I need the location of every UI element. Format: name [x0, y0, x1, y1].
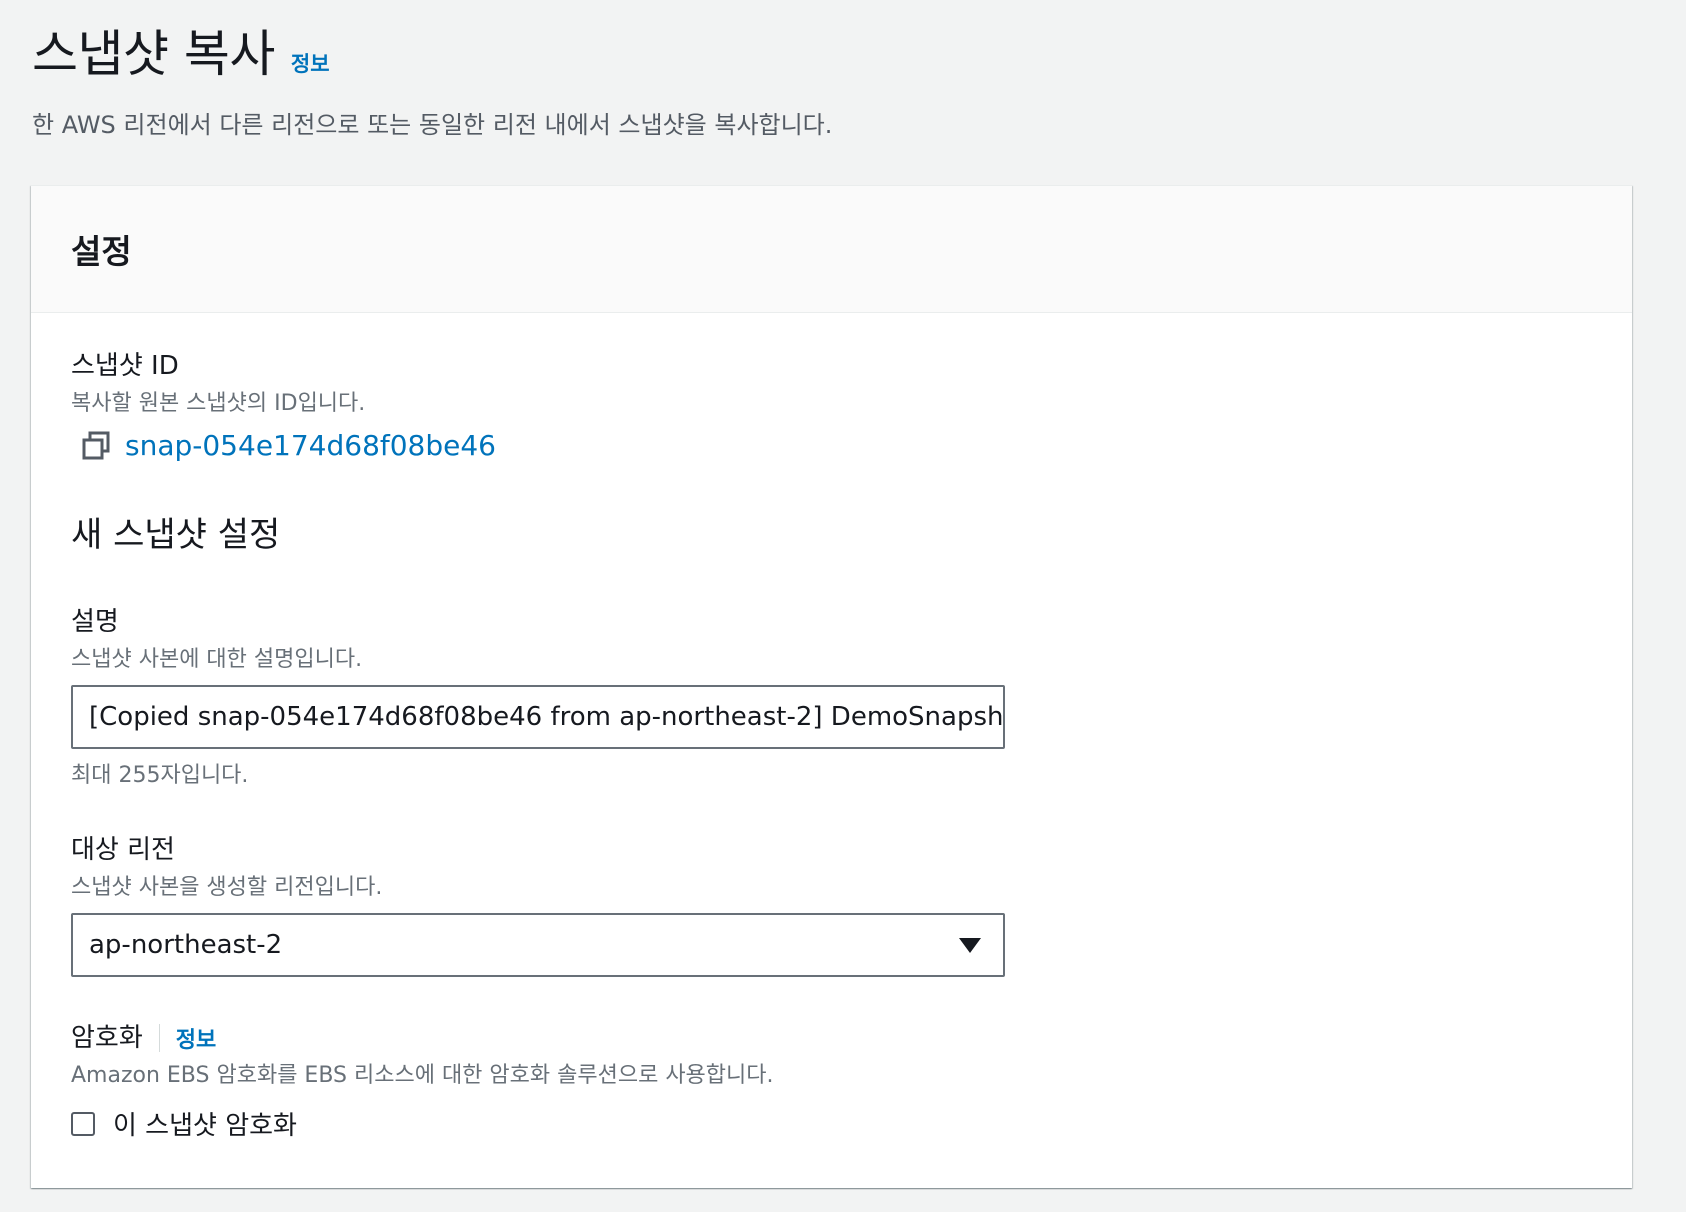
- caret-down-icon: [959, 937, 981, 953]
- encryption-label: 암호화: [71, 1023, 143, 1053]
- description-input[interactable]: [Copied snap-054e174d68f08be46 from ap-n…: [71, 685, 1005, 749]
- destination-region-field: 대상 리전 스냅샷 사본을 생성할 리전입니다. ap-northeast-2: [71, 833, 1005, 977]
- page-header: 스냅샷 복사 정보 한 AWS 리전에서 다른 리전으로 또는 동일한 리전 내…: [32, 18, 1654, 142]
- encryption-field: 암호화 정보 Amazon EBS 암호화를 EBS 리소스에 대한 암호화 솔…: [71, 1021, 774, 1142]
- description-constraint: 최대 255자입니다.: [71, 763, 249, 788]
- snapshot-id-field: 스냅샷 ID 복사할 원본 스냅샷의 ID입니다. snap-054e174d6…: [71, 349, 496, 462]
- snapshot-id-link[interactable]: snap-054e174d68f08be46: [125, 429, 496, 462]
- copy-icon[interactable]: [81, 431, 111, 461]
- title-row: 스냅샷 복사 정보: [32, 18, 1654, 90]
- new-snapshot-section-title: 새 스냅샷 설정: [71, 515, 281, 555]
- encrypt-snapshot-option[interactable]: 이 스냅샷 암호화: [71, 1105, 774, 1142]
- settings-panel: 설정 스냅샷 ID 복사할 원본 스냅샷의 ID입니다. snap-054e17…: [31, 185, 1632, 1188]
- title-info-link[interactable]: 정보: [291, 48, 330, 78]
- encrypt-snapshot-label[interactable]: 이 스냅샷 암호화: [113, 1105, 297, 1142]
- page-title: 스냅샷 복사: [32, 25, 275, 83]
- encryption-info-link[interactable]: 정보: [176, 1022, 216, 1054]
- panel-header: 설정: [31, 186, 1632, 313]
- destination-region-description: 스냅샷 사본을 생성할 리전입니다.: [71, 875, 383, 900]
- description-field: 설명 스냅샷 사본에 대한 설명입니다. [Copied snap-054e17…: [71, 605, 1005, 791]
- encrypt-snapshot-checkbox[interactable]: [71, 1111, 95, 1136]
- destination-region-select[interactable]: ap-northeast-2: [71, 913, 1005, 977]
- panel-title: 설정: [71, 232, 132, 271]
- destination-region-value: ap-northeast-2: [89, 930, 283, 960]
- page-description: 한 AWS 리전에서 다른 리전으로 또는 동일한 리전 내에서 스냅샷을 복사…: [32, 111, 833, 139]
- encryption-label-row: 암호화 정보: [71, 1021, 774, 1055]
- label-divider: [158, 1024, 160, 1052]
- snapshot-id-description: 복사할 원본 스냅샷의 ID입니다.: [71, 391, 366, 416]
- description-label: 설명: [71, 607, 119, 637]
- destination-region-label: 대상 리전: [71, 835, 175, 865]
- snapshot-id-label: 스냅샷 ID: [71, 351, 179, 381]
- description-help: 스냅샷 사본에 대한 설명입니다.: [71, 647, 363, 672]
- encryption-description: Amazon EBS 암호화를 EBS 리소스에 대한 암호화 솔루션으로 사용…: [71, 1063, 774, 1088]
- snapshot-id-row: snap-054e174d68f08be46: [71, 429, 496, 462]
